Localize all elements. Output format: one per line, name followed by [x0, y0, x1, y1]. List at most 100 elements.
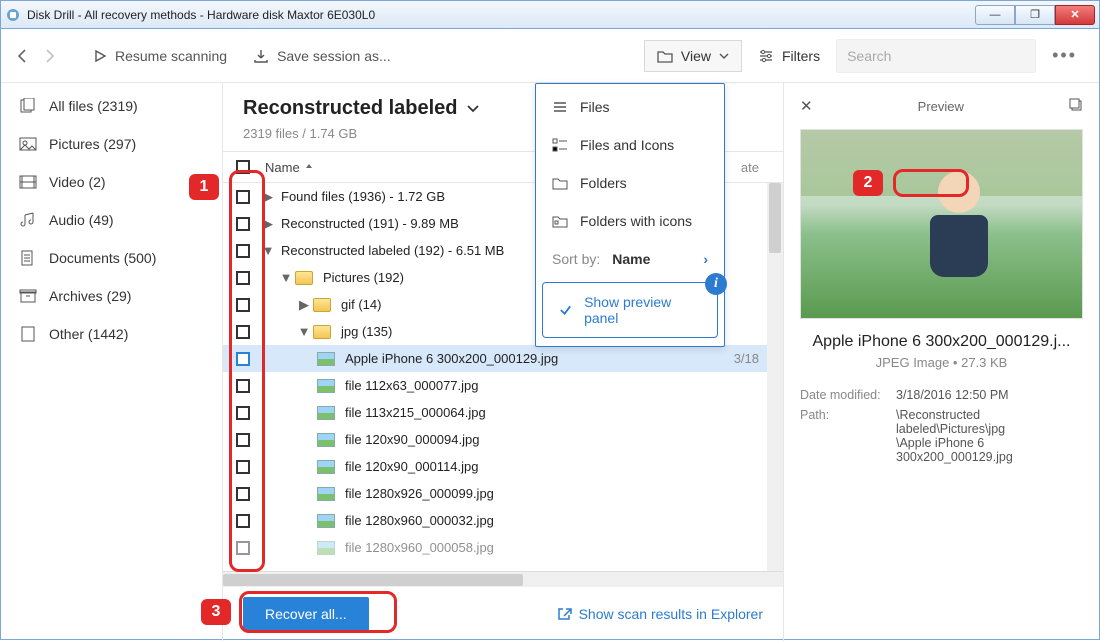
popout-button[interactable]	[1069, 98, 1083, 115]
list-item[interactable]: file 1280x960_000058.jpg	[341, 540, 783, 555]
more-button[interactable]: •••	[1042, 45, 1087, 66]
save-session-button[interactable]: Save session as...	[243, 42, 401, 70]
list-item[interactable]: file 1280x960_000032.jpg	[341, 513, 783, 528]
recover-all-button[interactable]: Recover all...	[243, 597, 369, 631]
preview-meta: JPEG Image • 27.3 KB	[800, 355, 1083, 370]
image-icon	[317, 352, 335, 366]
sidebar-item-audio[interactable]: Audio (49)	[1, 201, 222, 239]
footer-bar: Recover all... Show scan results in Expl…	[223, 587, 783, 641]
list-item[interactable]: file 120x90_000114.jpg	[341, 459, 783, 474]
date-modified-label: Date modified:	[800, 388, 896, 402]
resume-scanning-button[interactable]: Resume scanning	[83, 42, 237, 70]
image-icon	[317, 406, 335, 420]
view-menu-show-preview[interactable]: Show preview panel i	[542, 282, 718, 338]
horizontal-scrollbar[interactable]	[223, 571, 783, 587]
window-titlebar: Disk Drill - All recovery methods - Hard…	[1, 1, 1099, 29]
folder-icons-icon	[552, 214, 568, 228]
expand-toggle[interactable]: ▶	[259, 189, 277, 205]
preview-title: Preview	[813, 99, 1069, 114]
row-checkbox[interactable]	[236, 325, 250, 339]
sidebar-label: All files (2319)	[49, 98, 138, 114]
back-button[interactable]	[13, 46, 33, 66]
pictures-icon	[19, 136, 37, 152]
view-label: View	[681, 48, 711, 64]
main-toolbar: Resume scanning Save session as... View …	[1, 29, 1099, 83]
row-checkbox[interactable]	[236, 514, 250, 528]
select-all-checkbox[interactable]	[236, 160, 250, 174]
row-checkbox[interactable]	[236, 190, 250, 204]
documents-icon	[19, 250, 37, 266]
info-icon: i	[705, 273, 727, 295]
audio-icon	[19, 212, 37, 228]
row-date: 3/18	[711, 351, 767, 366]
external-link-icon	[557, 607, 573, 621]
chevron-down-icon	[719, 51, 729, 61]
sidebar-item-archives[interactable]: Archives (29)	[1, 277, 222, 315]
resume-label: Resume scanning	[115, 48, 227, 64]
view-menu-files-icons[interactable]: Files and Icons	[536, 126, 724, 164]
path-value: \Reconstructed labeled\Pictures\jpg\Appl…	[896, 408, 1083, 464]
sidebar-item-documents[interactable]: Documents (500)	[1, 239, 222, 277]
view-menu-sort-by[interactable]: Sort by: Name ›	[536, 240, 724, 278]
row-checkbox[interactable]	[236, 541, 250, 555]
close-button[interactable]: ✕	[1055, 5, 1095, 25]
video-icon	[19, 174, 37, 190]
expand-toggle[interactable]: ▼	[259, 243, 277, 258]
list-item[interactable]: file 112x63_000077.jpg	[341, 378, 783, 393]
image-icon	[317, 379, 335, 393]
folder-icon	[657, 49, 673, 63]
image-icon	[317, 460, 335, 474]
sidebar-item-other[interactable]: Other (1442)	[1, 315, 222, 353]
close-preview-button[interactable]: ✕	[800, 97, 813, 115]
row-checkbox[interactable]	[236, 460, 250, 474]
sidebar: All files (2319) Pictures (297) Video (2…	[1, 83, 223, 641]
search-placeholder: Search	[847, 48, 891, 64]
maximize-button[interactable]: ❐	[1015, 5, 1055, 25]
window-title: Disk Drill - All recovery methods - Hard…	[27, 8, 975, 22]
date-modified-value: 3/18/2016 12:50 PM	[896, 388, 1083, 402]
row-checkbox[interactable]	[236, 406, 250, 420]
sidebar-label: Video (2)	[49, 174, 106, 190]
image-icon	[317, 433, 335, 447]
row-checkbox[interactable]	[236, 298, 250, 312]
sidebar-label: Other (1442)	[49, 326, 128, 342]
show-in-explorer-link[interactable]: Show scan results in Explorer	[557, 606, 763, 622]
row-checkbox[interactable]	[236, 487, 250, 501]
view-menu-folders[interactable]: Folders	[536, 164, 724, 202]
list-item[interactable]: file 113x215_000064.jpg	[341, 405, 783, 420]
main-heading-text: Reconstructed labeled	[243, 97, 458, 120]
row-checkbox[interactable]	[236, 379, 250, 393]
row-checkbox[interactable]	[236, 271, 250, 285]
view-menu-folders-icons[interactable]: Folders with icons	[536, 202, 724, 240]
save-session-label: Save session as...	[277, 48, 391, 64]
window-buttons: — ❐ ✕	[975, 5, 1095, 25]
row-checkbox[interactable]	[236, 352, 250, 366]
other-icon	[19, 326, 37, 342]
filters-button[interactable]: Filters	[748, 41, 830, 71]
view-menu-files[interactable]: Files	[536, 88, 724, 126]
list-item[interactable]: file 120x90_000094.jpg	[341, 432, 783, 447]
expand-toggle[interactable]: ▼	[277, 270, 295, 285]
expand-toggle[interactable]: ▶	[259, 216, 277, 232]
annotation-badge-2: 2	[853, 170, 883, 196]
list-item[interactable]: file 1280x926_000099.jpg	[341, 486, 783, 501]
row-checkbox[interactable]	[236, 433, 250, 447]
row-checkbox[interactable]	[236, 244, 250, 258]
row-checkbox[interactable]	[236, 217, 250, 231]
sidebar-item-all-files[interactable]: All files (2319)	[1, 87, 222, 125]
folder-icon	[313, 325, 331, 339]
sidebar-item-pictures[interactable]: Pictures (297)	[1, 125, 222, 163]
expand-toggle[interactable]: ▼	[295, 324, 313, 339]
vertical-scrollbar[interactable]	[767, 183, 783, 571]
forward-button[interactable]	[39, 46, 59, 66]
expand-toggle[interactable]: ▶	[295, 297, 313, 313]
filters-label: Filters	[782, 48, 820, 64]
image-icon	[317, 487, 335, 501]
sliders-icon	[758, 49, 774, 63]
search-input[interactable]: Search	[836, 39, 1036, 73]
preview-image	[800, 129, 1083, 319]
path-label: Path:	[800, 408, 896, 464]
minimize-button[interactable]: —	[975, 5, 1015, 25]
list-item[interactable]: Apple iPhone 6 300x200_000129.jpg	[341, 351, 711, 366]
view-dropdown-button[interactable]: View	[644, 40, 742, 72]
